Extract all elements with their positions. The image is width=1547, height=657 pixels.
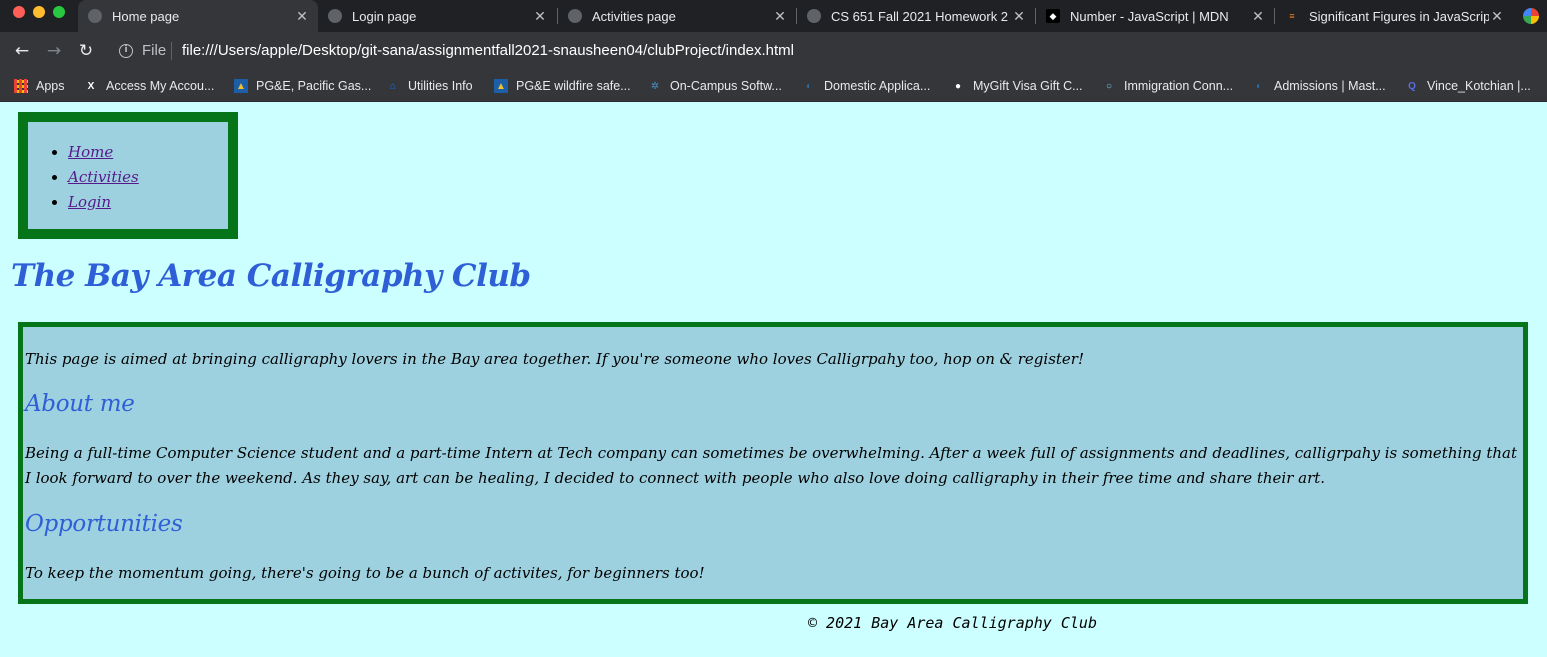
tab-title: Home page bbox=[112, 8, 180, 24]
bookmark-label: Domestic Applica... bbox=[824, 79, 931, 93]
tab-login-page[interactable]: Login page ✕ bbox=[318, 0, 556, 32]
circle-logo-icon: ○ bbox=[1105, 80, 1113, 92]
close-tab-icon[interactable]: ✕ bbox=[1250, 8, 1266, 25]
about-text: Being a full-time Computer Science stude… bbox=[25, 444, 1517, 487]
bookmark-vince-kotchian[interactable]: Q Vince_Kotchian |... bbox=[1405, 75, 1531, 97]
about-heading: About me bbox=[25, 391, 135, 417]
bookmark-mygift-visa[interactable]: ● MyGift Visa Gift C... bbox=[951, 75, 1083, 97]
address-bar[interactable]: file:///Users/apple/Desktop/git-sana/ass… bbox=[182, 42, 794, 59]
tab-title: CS 651 Fall 2021 Homework 2 bbox=[831, 8, 1009, 24]
x-logo-icon: X bbox=[87, 80, 95, 92]
bookmark-label: PG&E wildfire safe... bbox=[516, 79, 631, 93]
info-icon[interactable]: i bbox=[119, 44, 133, 58]
network-icon: ✲ bbox=[650, 80, 660, 92]
nav-link-activities[interactable]: Activities bbox=[68, 168, 139, 186]
bookmark-immigration-connect[interactable]: ○ Immigration Conn... bbox=[1102, 75, 1233, 97]
apps-grid-icon bbox=[14, 79, 28, 93]
close-tab-icon[interactable]: ✕ bbox=[532, 8, 548, 25]
tab-title: Activities page bbox=[592, 8, 676, 24]
minimize-window-button[interactable] bbox=[33, 6, 45, 18]
tab-title: Significant Figures in JavaScript bbox=[1309, 8, 1489, 24]
q-logo-icon: Q bbox=[1408, 80, 1416, 92]
agency-logo-icon: ◐ bbox=[805, 80, 813, 92]
pge-icon: ▲ bbox=[494, 79, 508, 93]
forward-button[interactable]: → bbox=[43, 40, 65, 62]
bookmark-label: On-Campus Softw... bbox=[670, 79, 782, 93]
bookmarks-bar: Apps X Access My Accou... ▲ PG&E, Pacifi… bbox=[0, 70, 1547, 102]
globe-icon bbox=[88, 9, 102, 23]
web-page: Home Activities Login The Bay Area Calli… bbox=[0, 102, 1547, 657]
site-nav: Home Activities Login bbox=[18, 112, 238, 239]
bookmark-utilities-info[interactable]: ⌂ Utilities Info bbox=[386, 75, 473, 97]
close-tab-icon[interactable]: ✕ bbox=[294, 8, 310, 25]
opportunities-heading: Opportunities bbox=[25, 511, 183, 537]
back-button[interactable]: ← bbox=[11, 40, 33, 62]
bookmark-on-campus-software[interactable]: ✲ On-Campus Softw... bbox=[648, 75, 782, 97]
globe-icon bbox=[807, 9, 821, 23]
globe-icon bbox=[328, 9, 342, 23]
page-title: The Bay Area Calligraphy Club bbox=[11, 258, 531, 294]
tab-mdn-number[interactable]: ◆ Number - JavaScript | MDN ✕ bbox=[1036, 0, 1274, 32]
bookmark-pge-wildfire[interactable]: ▲ PG&E wildfire safe... bbox=[494, 75, 631, 97]
nav-list: Home Activities Login bbox=[68, 140, 139, 215]
tab-cs651-homework[interactable]: CS 651 Fall 2021 Homework 2 ✕ bbox=[797, 0, 1035, 32]
bookmark-label: Vince_Kotchian |... bbox=[1427, 79, 1531, 93]
bookmark-label: Apps bbox=[36, 79, 65, 93]
main-content: This page is aimed at bringing calligrap… bbox=[18, 322, 1528, 604]
tab-home-page[interactable]: Home page ✕ bbox=[78, 0, 318, 32]
bookmark-label: Immigration Conn... bbox=[1124, 79, 1234, 93]
agency-logo-icon: ◐ bbox=[1255, 80, 1263, 92]
tab-title: Login page bbox=[352, 8, 417, 24]
bookmark-label: Utilities Info bbox=[408, 79, 473, 93]
url-divider bbox=[171, 42, 172, 60]
browser-chrome: Home page ✕ Login page ✕ Activities page… bbox=[0, 0, 1547, 102]
footer-copyright: © 2021 Bay Area Calligraphy Club bbox=[808, 614, 1097, 632]
tab-significant-figures[interactable]: ≡ Significant Figures in JavaScript ✕ bbox=[1275, 0, 1513, 32]
close-tab-icon[interactable]: ✕ bbox=[1489, 8, 1505, 25]
house-icon: ⌂ bbox=[389, 80, 397, 92]
bookmark-pge[interactable]: ▲ PG&E, Pacific Gas... bbox=[234, 75, 371, 97]
nav-item-home: Home bbox=[68, 140, 139, 165]
nav-item-login: Login bbox=[68, 190, 139, 215]
nav-item-activities: Activities bbox=[68, 165, 139, 190]
bookmark-access-my-account[interactable]: X Access My Accou... bbox=[84, 75, 215, 97]
url-scheme-label: File bbox=[142, 42, 167, 59]
bookmark-label: Admissions | Mast... bbox=[1274, 79, 1386, 93]
reload-button[interactable]: ↻ bbox=[75, 40, 97, 62]
globe-icon bbox=[568, 9, 582, 23]
zoom-window-button[interactable] bbox=[53, 6, 65, 18]
pge-icon: ▲ bbox=[234, 79, 248, 93]
close-window-button[interactable] bbox=[13, 6, 25, 18]
bookmark-admissions[interactable]: ◐ Admissions | Mast... bbox=[1252, 75, 1386, 97]
tab-title: Number - JavaScript | MDN bbox=[1070, 8, 1229, 24]
close-tab-icon[interactable]: ✕ bbox=[1011, 8, 1027, 25]
google-logo-icon[interactable] bbox=[1523, 8, 1539, 24]
tab-activities-page[interactable]: Activities page ✕ bbox=[558, 0, 796, 32]
nav-link-home[interactable]: Home bbox=[68, 143, 113, 161]
nav-link-login[interactable]: Login bbox=[68, 193, 111, 211]
globe-icon: ● bbox=[954, 80, 962, 92]
bookmark-label: PG&E, Pacific Gas... bbox=[256, 79, 372, 93]
bookmark-apps[interactable]: Apps bbox=[14, 75, 65, 97]
stackoverflow-icon: ≡ bbox=[1289, 11, 1295, 21]
opportunities-text: To keep the momentum going, there's goin… bbox=[25, 564, 705, 582]
close-tab-icon[interactable]: ✕ bbox=[772, 8, 788, 25]
bookmark-label: MyGift Visa Gift C... bbox=[973, 79, 1083, 93]
mdn-logo-icon: ◆ bbox=[1046, 9, 1060, 23]
bookmark-label: Access My Accou... bbox=[106, 79, 215, 93]
bookmark-domestic-application[interactable]: ◐ Domestic Applica... bbox=[802, 75, 930, 97]
tab-strip: Home page ✕ Login page ✕ Activities page… bbox=[0, 0, 1547, 32]
intro-text: This page is aimed at bringing calligrap… bbox=[25, 350, 1085, 368]
